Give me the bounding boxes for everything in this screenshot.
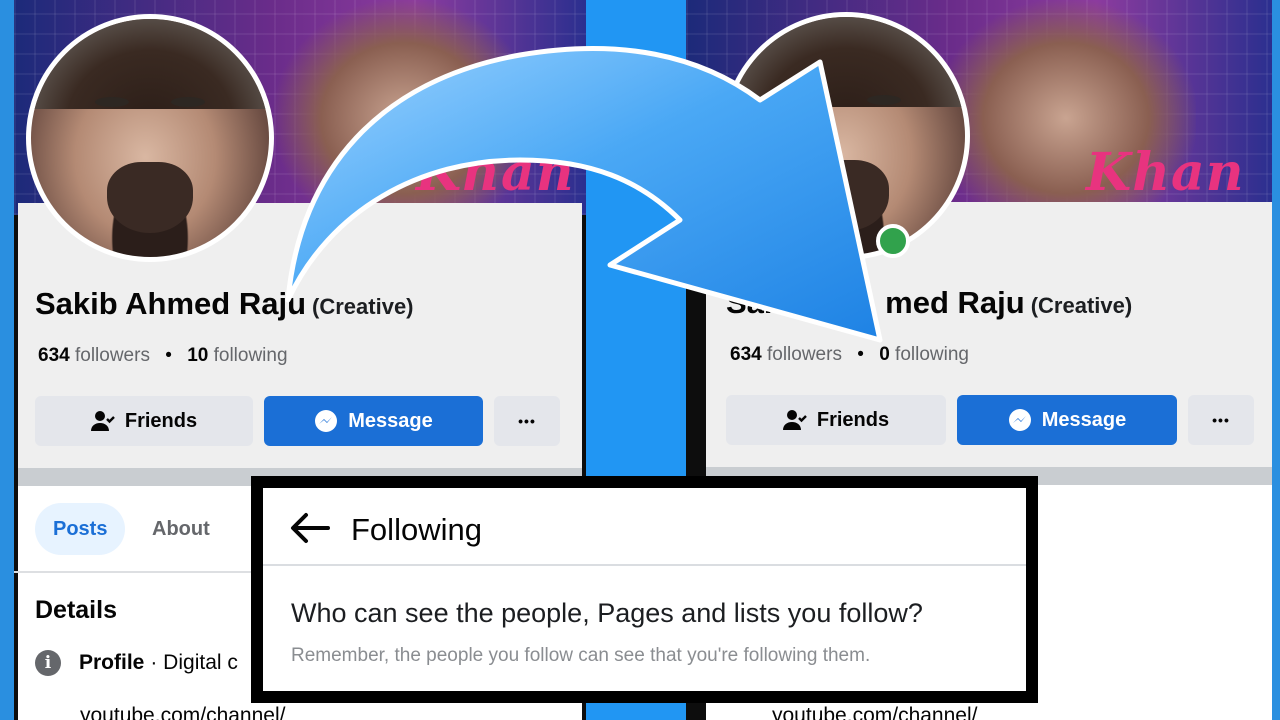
profile-name: Sakib Ahmed Raju (Creative) bbox=[35, 286, 414, 322]
details-profile-value: · Digital c bbox=[150, 651, 238, 674]
online-status-dot bbox=[876, 224, 910, 258]
friends-label: Friends bbox=[124, 409, 198, 432]
dialog-note: Remember, the people you follow can see … bbox=[291, 645, 871, 666]
avatar-beard bbox=[803, 159, 889, 232]
details-link[interactable]: youtube.com/channel/ bbox=[772, 704, 977, 720]
following-count[interactable]: 10 bbox=[187, 345, 208, 366]
more-options-button[interactable]: ••• bbox=[1188, 395, 1254, 445]
more-options-icon: ••• bbox=[1212, 412, 1230, 428]
following-count[interactable]: 0 bbox=[879, 344, 890, 365]
follow-stats: 634 followers • 0 following bbox=[730, 344, 969, 366]
profile-name-end: med Raju bbox=[885, 285, 1025, 320]
avatar-hair bbox=[727, 17, 965, 108]
profile-category: (Creative) bbox=[312, 294, 414, 319]
tab-about[interactable]: About bbox=[134, 503, 228, 555]
cover-text: Khan bbox=[416, 142, 575, 203]
friends-label: Friends bbox=[816, 408, 890, 431]
stats-separator: • bbox=[857, 344, 864, 365]
avatar-eye-right bbox=[867, 95, 901, 105]
details-heading: Details bbox=[35, 596, 117, 624]
message-label: Message bbox=[1041, 408, 1127, 431]
friends-check-icon bbox=[90, 410, 115, 432]
followers-label[interactable]: followers bbox=[767, 344, 842, 365]
avatar-hair bbox=[31, 19, 269, 110]
friends-check-icon bbox=[782, 409, 807, 431]
more-options-icon: ••• bbox=[518, 413, 536, 429]
cover-text: Khan bbox=[1086, 142, 1245, 203]
details-profile-row: i Profile · Digital c bbox=[35, 650, 238, 676]
profile-name-start: Sak bbox=[726, 285, 782, 320]
tab-posts[interactable]: Posts bbox=[35, 503, 126, 555]
following-label[interactable]: following bbox=[895, 344, 969, 365]
info-icon: i bbox=[35, 650, 61, 676]
messenger-icon bbox=[1008, 408, 1032, 432]
message-button[interactable]: Message bbox=[264, 396, 483, 446]
dialog-title: Following bbox=[351, 512, 482, 547]
friends-button[interactable]: Friends bbox=[35, 396, 253, 446]
dialog-question: Who can see the people, Pages and lists … bbox=[291, 598, 923, 628]
stats-separator: • bbox=[165, 345, 172, 366]
followers-count[interactable]: 634 bbox=[38, 345, 70, 366]
details-profile-label: Profile bbox=[79, 651, 145, 674]
arrow-left-icon bbox=[291, 513, 330, 543]
profile-category: (Creative) bbox=[1030, 293, 1133, 318]
avatar-eye-left bbox=[95, 97, 129, 107]
avatar-eye-right bbox=[171, 97, 205, 107]
following-label[interactable]: following bbox=[214, 345, 288, 366]
profile-name: Sak med Raju (Creative) bbox=[726, 285, 1132, 321]
avatar-eye-left bbox=[791, 95, 825, 105]
profile-name-text: Sakib Ahmed Raju bbox=[35, 286, 307, 321]
details-link[interactable]: youtube.com/channel/ bbox=[80, 704, 285, 720]
dialog-panel: Following Who can see the people, Pages … bbox=[263, 488, 1026, 691]
more-options-button[interactable]: ••• bbox=[494, 396, 560, 446]
followers-label[interactable]: followers bbox=[75, 345, 150, 366]
follow-stats: 634 followers • 10 following bbox=[38, 345, 288, 367]
followers-count[interactable]: 634 bbox=[730, 344, 762, 365]
message-label: Message bbox=[348, 409, 433, 432]
avatar-beard bbox=[107, 161, 193, 234]
friends-button[interactable]: Friends bbox=[726, 395, 946, 445]
profile-avatar[interactable] bbox=[26, 14, 274, 262]
dialog-header: Following bbox=[263, 488, 1026, 566]
messenger-icon bbox=[314, 409, 338, 433]
message-button[interactable]: Message bbox=[957, 395, 1177, 445]
profile-avatar[interactable] bbox=[722, 12, 970, 260]
back-button[interactable] bbox=[285, 504, 333, 552]
following-settings-dialog: Following Who can see the people, Pages … bbox=[251, 476, 1038, 703]
